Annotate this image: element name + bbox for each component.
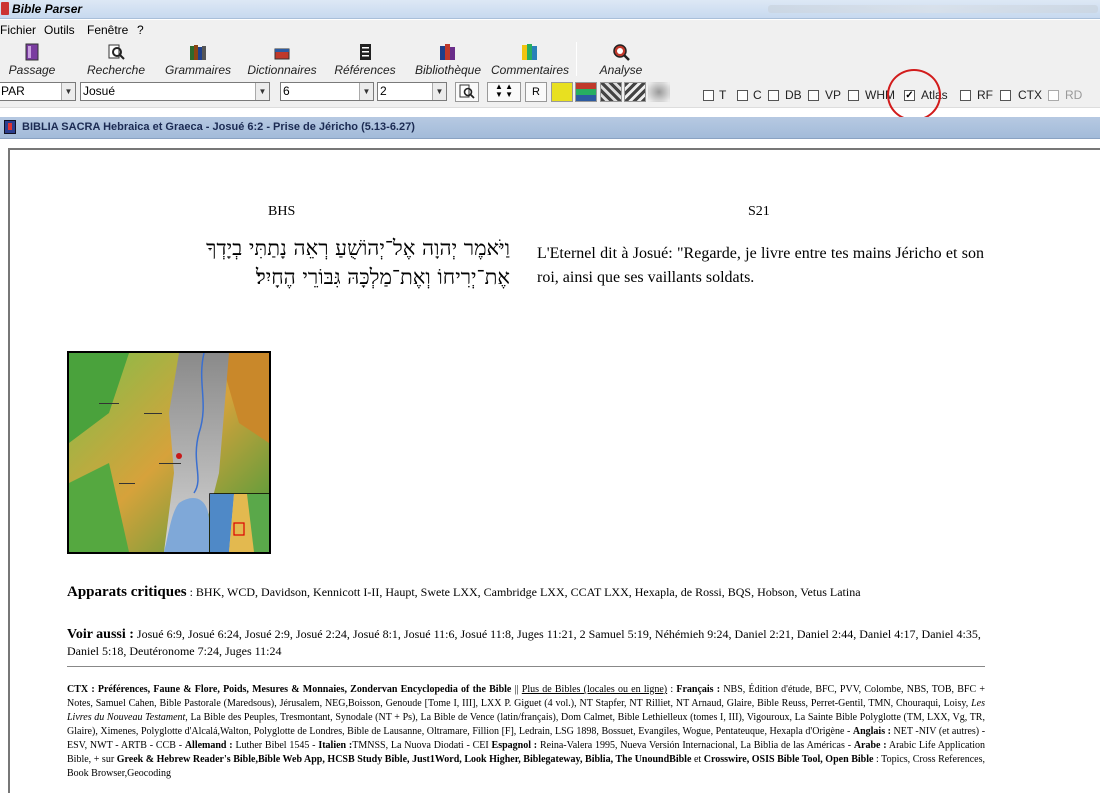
atlas-map[interactable] <box>67 351 271 554</box>
ctx-links[interactable]: CTX : Préférences, Faune & Flore, Poids,… <box>67 684 511 695</box>
checkbox-ctx-label: CTX <box>1018 88 1042 102</box>
app-icon <box>1 2 9 15</box>
hebrew-line-1: וַיֹּאמֶר יְהוָה אֶל־יְהוֹשֻׁעַ רְאֵה נָ… <box>206 236 510 260</box>
checkbox-rd-label: RD <box>1065 88 1083 102</box>
voir-aussi-references[interactable]: Josué 6:9, Josué 6:24, Josué 2:9, Josué … <box>67 627 981 658</box>
notes-icon[interactable] <box>551 82 573 102</box>
commentary-icon <box>521 43 539 61</box>
chevron-down-icon[interactable]: ▼ <box>432 83 446 100</box>
find-verse-button[interactable] <box>455 82 479 102</box>
divider <box>67 666 985 667</box>
titlebar-blurred-area <box>768 5 1098 13</box>
references-icon <box>356 43 374 61</box>
checkbox-vp[interactable] <box>808 90 819 101</box>
chapter-select[interactable]: 6 ▼ <box>280 82 374 101</box>
checkbox-ctx[interactable] <box>1000 90 1011 101</box>
anglais-label: Anglais : <box>852 726 891 737</box>
checkbox-t-label: T <box>719 88 727 102</box>
checkbox-rf-label: RF <box>977 88 993 102</box>
document-titlebar: BIBLIA SACRA Hebraica et Graeca - Josué … <box>0 117 1100 139</box>
ctx-paragraph: CTX : Préférences, Faune & Flore, Poids,… <box>67 684 986 779</box>
checkbox-db[interactable] <box>768 90 779 101</box>
italien-label: Italien : <box>318 740 353 751</box>
toolbar-separator <box>576 42 577 76</box>
bible-icon <box>4 120 16 134</box>
bhs-header: BHS <box>268 204 296 219</box>
checkbox-t[interactable] <box>703 90 714 101</box>
verse-select[interactable]: 2 ▼ <box>377 82 447 101</box>
document-title: BIBLIA SACRA Hebraica et Graeca - Josué … <box>22 121 415 133</box>
version-select[interactable]: PAR ▼ <box>0 82 76 101</box>
library-icon <box>439 43 457 61</box>
grammaires-button[interactable]: Grammaires <box>164 40 232 78</box>
main-toolbar: Passage Recherche Grammaires Dictionnair… <box>0 40 1100 78</box>
highlight-circle-annotation <box>887 69 941 121</box>
voir-aussi-label: Voir aussi : <box>67 627 134 642</box>
espagnol-label: Espagnol : <box>491 740 538 751</box>
checkbox-c[interactable] <box>737 90 748 101</box>
analyse-icon <box>612 43 630 61</box>
network-icon[interactable] <box>600 82 622 102</box>
apparats-list[interactable]: : BHK, WCD, Davidson, Kennicott I-II, Ha… <box>187 585 861 599</box>
hebrew-text: וַיֹּאמֶר יְהוָה אֶל־יְהוֹשֻׁעַ רְאֵה נָ… <box>60 234 510 292</box>
passage-button[interactable]: Passage <box>6 40 58 78</box>
voir-aussi: Voir aussi : Josué 6:9, Josué 6:24, Josu… <box>67 626 985 660</box>
layers-icon[interactable] <box>575 82 597 102</box>
hebrew-line-2: אֶת־יְרִיחוֹ וְאֶת־מַלְכָּהּ גִּבּוֹרֵי … <box>255 265 510 289</box>
references-button[interactable]: Références <box>333 40 397 78</box>
menu-bar: Fichier Outils Fenêtre ? <box>0 20 1100 40</box>
r-button[interactable]: R <box>525 82 547 102</box>
checkbox-rf[interactable] <box>960 90 971 101</box>
checkbox-c-label: C <box>753 88 762 102</box>
plus-de-bibles-link[interactable]: Plus de Bibles (locales ou en ligne) <box>522 684 667 695</box>
menu-outils[interactable]: Outils <box>44 23 75 37</box>
apparats-critiques: Apparats critiques : BHK, WCD, Davidson,… <box>67 584 985 601</box>
search-icon <box>107 43 125 61</box>
audio-icon[interactable] <box>648 82 670 102</box>
arabe-label: Arabe : <box>853 740 887 751</box>
book-select[interactable]: Josué ▼ <box>80 82 270 101</box>
verse-spinner[interactable]: ▲ ▲ ▼ ▼ <box>487 82 521 102</box>
checkbox-vp-label: VP <box>825 88 842 102</box>
recherche-button[interactable]: Recherche <box>86 40 146 78</box>
commentaires-button[interactable]: Commentaires <box>490 40 570 78</box>
online-bibles-links[interactable]: Greek & Hebrew Reader's Bible,Bible Web … <box>117 754 692 765</box>
french-text: L'Eternel dit à Josué: "Regarde, je livr… <box>537 245 984 286</box>
menu-help[interactable]: ? <box>137 23 144 37</box>
dictionary-icon <box>273 43 291 61</box>
magnifier-icon <box>459 84 475 99</box>
window-title: Bible Parser <box>12 2 83 16</box>
books-icon <box>189 43 207 61</box>
menu-fenetre[interactable]: Fenêtre <box>87 23 128 37</box>
window-titlebar: Bible Parser <box>0 0 1100 19</box>
analyse-button[interactable]: Analyse <box>596 40 646 78</box>
chevron-down-icon[interactable]: ▼ <box>255 83 269 100</box>
chevron-down-icon[interactable]: ▼ <box>359 83 373 100</box>
book-icon <box>23 43 41 61</box>
tools-links[interactable]: Crosswire, OSIS Bible Tool, Open Bible <box>704 754 874 765</box>
allemand-label: Allemand : <box>184 740 233 751</box>
francais-label: Français : <box>676 684 721 695</box>
dictionnaires-button[interactable]: Dictionnaires <box>244 40 320 78</box>
menu-fichier[interactable]: Fichier <box>0 23 36 37</box>
checkbox-db-label: DB <box>785 88 802 102</box>
checkbox-rd[interactable] <box>1048 90 1059 101</box>
chevron-down-icon[interactable]: ▼ <box>61 83 75 100</box>
map-image <box>69 353 269 552</box>
tools-icon[interactable] <box>624 82 646 102</box>
apparats-label: Apparats critiques <box>67 584 187 600</box>
bibliotheque-button[interactable]: Bibliothèque <box>410 40 486 78</box>
s21-header: S21 <box>748 204 770 219</box>
checkbox-whm[interactable] <box>848 90 859 101</box>
